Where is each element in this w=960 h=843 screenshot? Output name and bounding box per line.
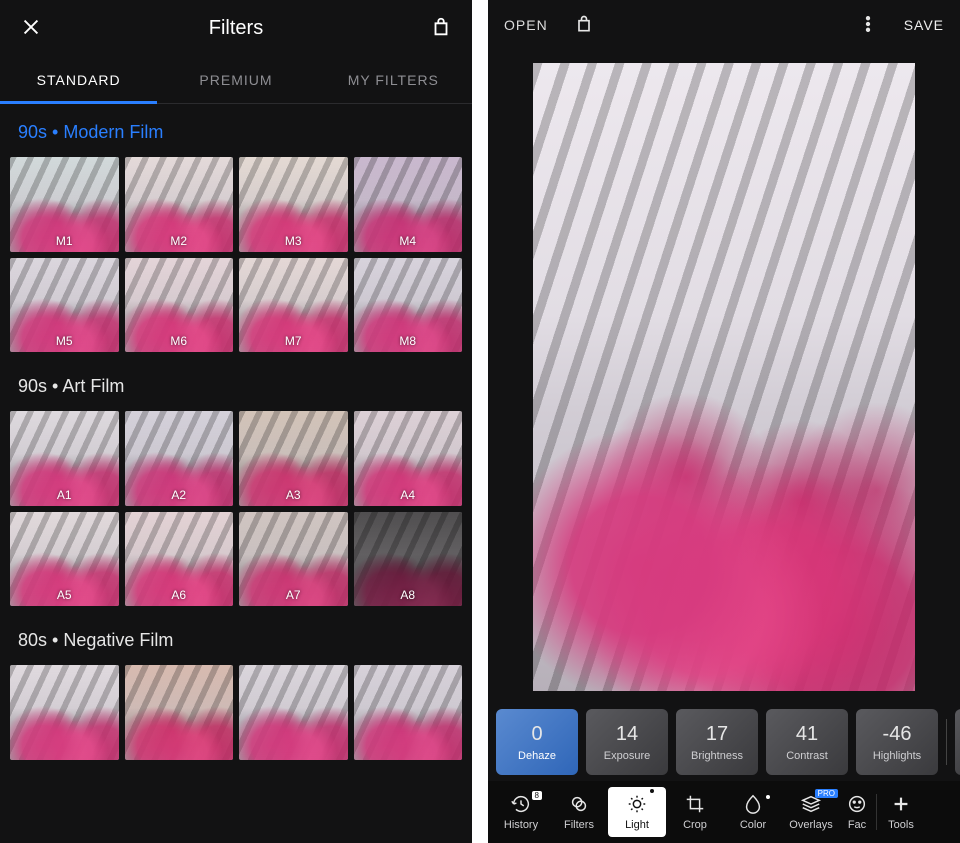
- filter-grid: M1 M2 M3 M4 M5 M6 M7 M8: [10, 157, 462, 358]
- filter-label: M1: [10, 234, 119, 248]
- filter-thumb[interactable]: M6: [125, 258, 234, 353]
- tool-filters[interactable]: Filters: [550, 793, 608, 831]
- close-icon[interactable]: [20, 16, 42, 41]
- tab-premium[interactable]: PREMIUM: [157, 58, 314, 102]
- filter-label: M7: [239, 334, 348, 348]
- filter-label: M3: [239, 234, 348, 248]
- tool-crop[interactable]: Crop: [666, 793, 724, 831]
- tab-indicator: [0, 101, 157, 104]
- save-button[interactable]: SAVE: [904, 17, 944, 33]
- adjust-s[interactable]: S: [955, 709, 960, 775]
- tool-label: Color: [740, 819, 766, 831]
- tool-color[interactable]: Color: [724, 793, 782, 831]
- filter-thumb[interactable]: M7: [239, 258, 348, 353]
- filter-grid: A1 A2 A3 A4 A5 A6 A7 A8: [10, 411, 462, 612]
- tool-label: Light: [625, 819, 649, 831]
- filter-thumb[interactable]: M4: [354, 157, 463, 252]
- filter-thumb[interactable]: [239, 665, 348, 760]
- slider-separator: [946, 719, 947, 765]
- adjust-dehaze[interactable]: 0 Dehaze: [496, 709, 578, 775]
- filter-label: A2: [125, 488, 234, 502]
- adjust-brightness[interactable]: 17 Brightness: [676, 709, 758, 775]
- filter-grid: [10, 665, 462, 766]
- filter-thumb[interactable]: A3: [239, 411, 348, 506]
- adjust-value: 41: [796, 723, 818, 746]
- filter-thumb[interactable]: M1: [10, 157, 119, 252]
- filter-label: M5: [10, 334, 119, 348]
- filter-thumb[interactable]: A1: [10, 411, 119, 506]
- photo-canvas[interactable]: [488, 50, 960, 703]
- tool-history[interactable]: 8 History: [492, 793, 550, 831]
- filter-label: A7: [239, 588, 348, 602]
- tool-overlays[interactable]: PRO Overlays: [782, 793, 840, 831]
- filter-thumb[interactable]: A4: [354, 411, 463, 506]
- tool-face[interactable]: Fac: [840, 793, 874, 831]
- filter-thumb[interactable]: [125, 665, 234, 760]
- filter-label: A6: [125, 588, 234, 602]
- filter-thumb[interactable]: M2: [125, 157, 234, 252]
- filter-thumb[interactable]: [354, 665, 463, 760]
- tool-label: Crop: [683, 819, 707, 831]
- filter-label: M6: [125, 334, 234, 348]
- modified-dot: [650, 789, 654, 793]
- tool-label: Overlays: [789, 819, 832, 831]
- shop-icon[interactable]: [430, 16, 452, 41]
- filter-thumb[interactable]: M8: [354, 258, 463, 353]
- adjust-label: Contrast: [786, 750, 828, 762]
- filter-label: A1: [10, 488, 119, 502]
- filter-label: A5: [10, 588, 119, 602]
- adjust-value: 14: [616, 723, 638, 746]
- toolbar-separator: [876, 794, 877, 830]
- tool-light[interactable]: Light: [608, 787, 666, 837]
- shop-icon[interactable]: [574, 14, 594, 37]
- filter-section-title[interactable]: 90s • Art Film: [10, 358, 462, 411]
- tool-tools[interactable]: Tools: [879, 793, 923, 831]
- more-icon[interactable]: [858, 14, 878, 37]
- edited-photo: [533, 63, 915, 691]
- tab-my-filters[interactable]: MY FILTERS: [315, 58, 472, 102]
- tool-label: Fac: [848, 819, 866, 831]
- adjust-label: Highlights: [873, 750, 921, 762]
- tool-label: History: [504, 819, 538, 831]
- filter-section-title[interactable]: 80s • Negative Film: [10, 612, 462, 665]
- open-button[interactable]: OPEN: [504, 17, 548, 33]
- filter-thumb[interactable]: A2: [125, 411, 234, 506]
- filter-tabs: STANDARD PREMIUM MY FILTERS: [0, 56, 472, 104]
- pro-badge: PRO: [815, 789, 838, 798]
- adjust-highlights[interactable]: -46 Highlights: [856, 709, 938, 775]
- tool-label: Filters: [564, 819, 594, 831]
- filter-thumb[interactable]: M5: [10, 258, 119, 353]
- history-count: 8: [532, 791, 542, 800]
- adjust-value: 17: [706, 723, 728, 746]
- adjust-label: Exposure: [604, 750, 650, 762]
- filter-thumb[interactable]: A6: [125, 512, 234, 607]
- adjust-exposure[interactable]: 14 Exposure: [586, 709, 668, 775]
- modified-dot: [766, 795, 770, 799]
- filter-label: M4: [354, 234, 463, 248]
- filter-thumb[interactable]: M3: [239, 157, 348, 252]
- tool-label: Tools: [888, 819, 914, 831]
- filter-thumb[interactable]: A7: [239, 512, 348, 607]
- filter-label: A8: [354, 588, 463, 602]
- adjust-value: 0: [531, 723, 542, 746]
- filter-thumb[interactable]: A5: [10, 512, 119, 607]
- filter-label: M8: [354, 334, 463, 348]
- filter-thumb[interactable]: [10, 665, 119, 760]
- filters-title: Filters: [42, 17, 430, 40]
- filter-section-title[interactable]: 90s • Modern Film: [10, 104, 462, 157]
- filter-label: A4: [354, 488, 463, 502]
- adjust-label: Dehaze: [518, 750, 556, 762]
- adjust-value: -46: [883, 723, 912, 746]
- tab-standard[interactable]: STANDARD: [0, 58, 157, 102]
- adjust-label: Brightness: [691, 750, 743, 762]
- filter-thumb[interactable]: A8: [354, 512, 463, 607]
- filter-label: A3: [239, 488, 348, 502]
- filter-label: M2: [125, 234, 234, 248]
- adjust-contrast[interactable]: 41 Contrast: [766, 709, 848, 775]
